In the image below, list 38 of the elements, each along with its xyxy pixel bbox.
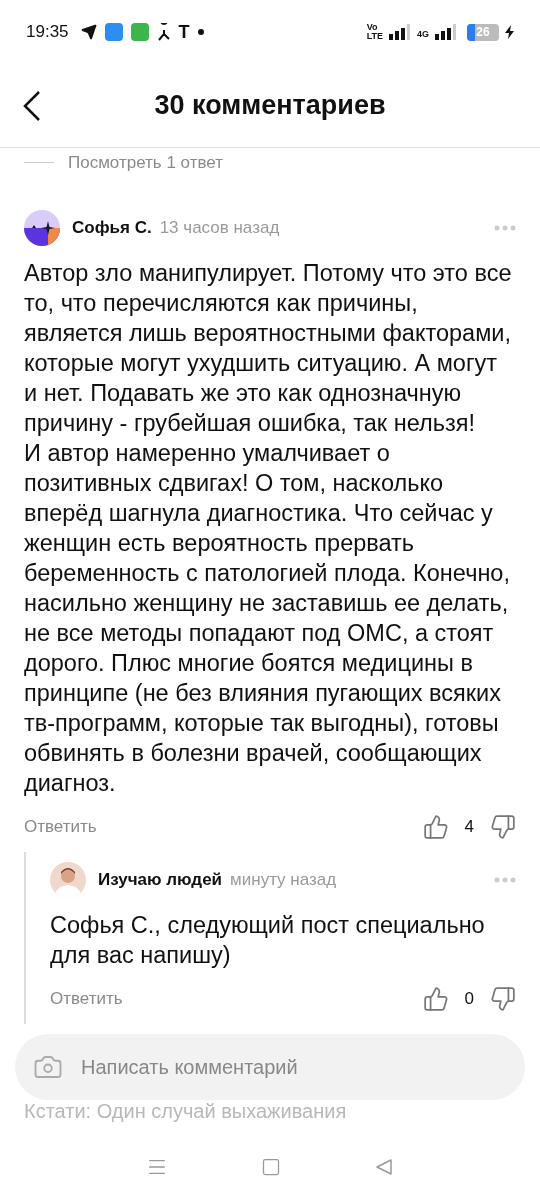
comment-bar[interactable]: Написать комментарий — [15, 1033, 525, 1100]
comment-author[interactable]: Изучаю людей — [98, 866, 223, 893]
comment-text: Автор зло манипулирует. Потому что это все то, что перечисляются как причины, является лишь вероятностными факторами, которые могут ухудшить ситуацию. А могут и нет. Подавать же это как однозначную причину - грубейшая ошибка, так нельзя! — [24, 258, 513, 438]
status-time: 19:35 — [26, 21, 69, 44]
reply-link[interactable]: Ответить — [50, 985, 123, 1012]
volte-label: LTE — [366, 32, 383, 41]
comment-input-field[interactable]: Написать комментарий — [81, 1051, 509, 1082]
app-icon — [130, 23, 149, 41]
like-icon[interactable] — [422, 813, 449, 840]
like-count: 4 — [464, 815, 474, 838]
comment-text: Софья С., следующий пост специально для вас напишу) — [50, 910, 486, 970]
more-icon[interactable] — [494, 224, 516, 231]
more-icon[interactable] — [494, 876, 516, 883]
volte-label: Vo — [366, 23, 379, 32]
signal-icon — [435, 24, 457, 40]
comment-time: минуту назад — [230, 868, 337, 891]
paper-plane-icon — [80, 24, 97, 40]
back-nav-icon[interactable] — [373, 1157, 394, 1177]
app-letter: T — [178, 20, 190, 44]
charging-icon — [505, 25, 514, 39]
like-count: 0 — [464, 987, 474, 1010]
avatar-logo-icon — [24, 209, 60, 246]
dislike-icon[interactable] — [490, 813, 516, 840]
battery-level: 26 — [476, 24, 490, 41]
dislike-icon[interactable] — [490, 985, 516, 1012]
view-replies-link[interactable]: Посмотреть 1 ответ — [68, 150, 223, 176]
comment-author[interactable]: Софья С. — [72, 214, 152, 241]
comment-text: И автор намеренно умалчивает о позитивных сдвигах! О том, насколько вперёд шагнула диагностика. Что сейчас у женщин есть вероятность прервать беременность с патологией плода. Конечно, насильно женщину не заставишь ее делать, не все методы попадают под ОМС, а стоят дорого. Плюс многие боятся медицины в принципе (не без влияния пугающих всяких тв-программ, которые так выгодны), готовы обвинять в болезни врачей, сообщающих диагноз. — [24, 438, 511, 798]
faded-comment-text: Кстати: Один случай выхаживания — [23, 1098, 348, 1124]
comment-time: 13 часов назад — [159, 216, 280, 239]
app-icon — [104, 23, 123, 41]
reply-link[interactable]: Ответить — [24, 813, 97, 840]
home-icon[interactable] — [261, 1157, 281, 1177]
network-label: 4G — [417, 28, 429, 42]
back-icon[interactable] — [22, 89, 42, 122]
page-title: 30 комментариев — [153, 89, 387, 123]
like-icon[interactable] — [422, 985, 449, 1012]
signal-icon — [389, 24, 411, 40]
